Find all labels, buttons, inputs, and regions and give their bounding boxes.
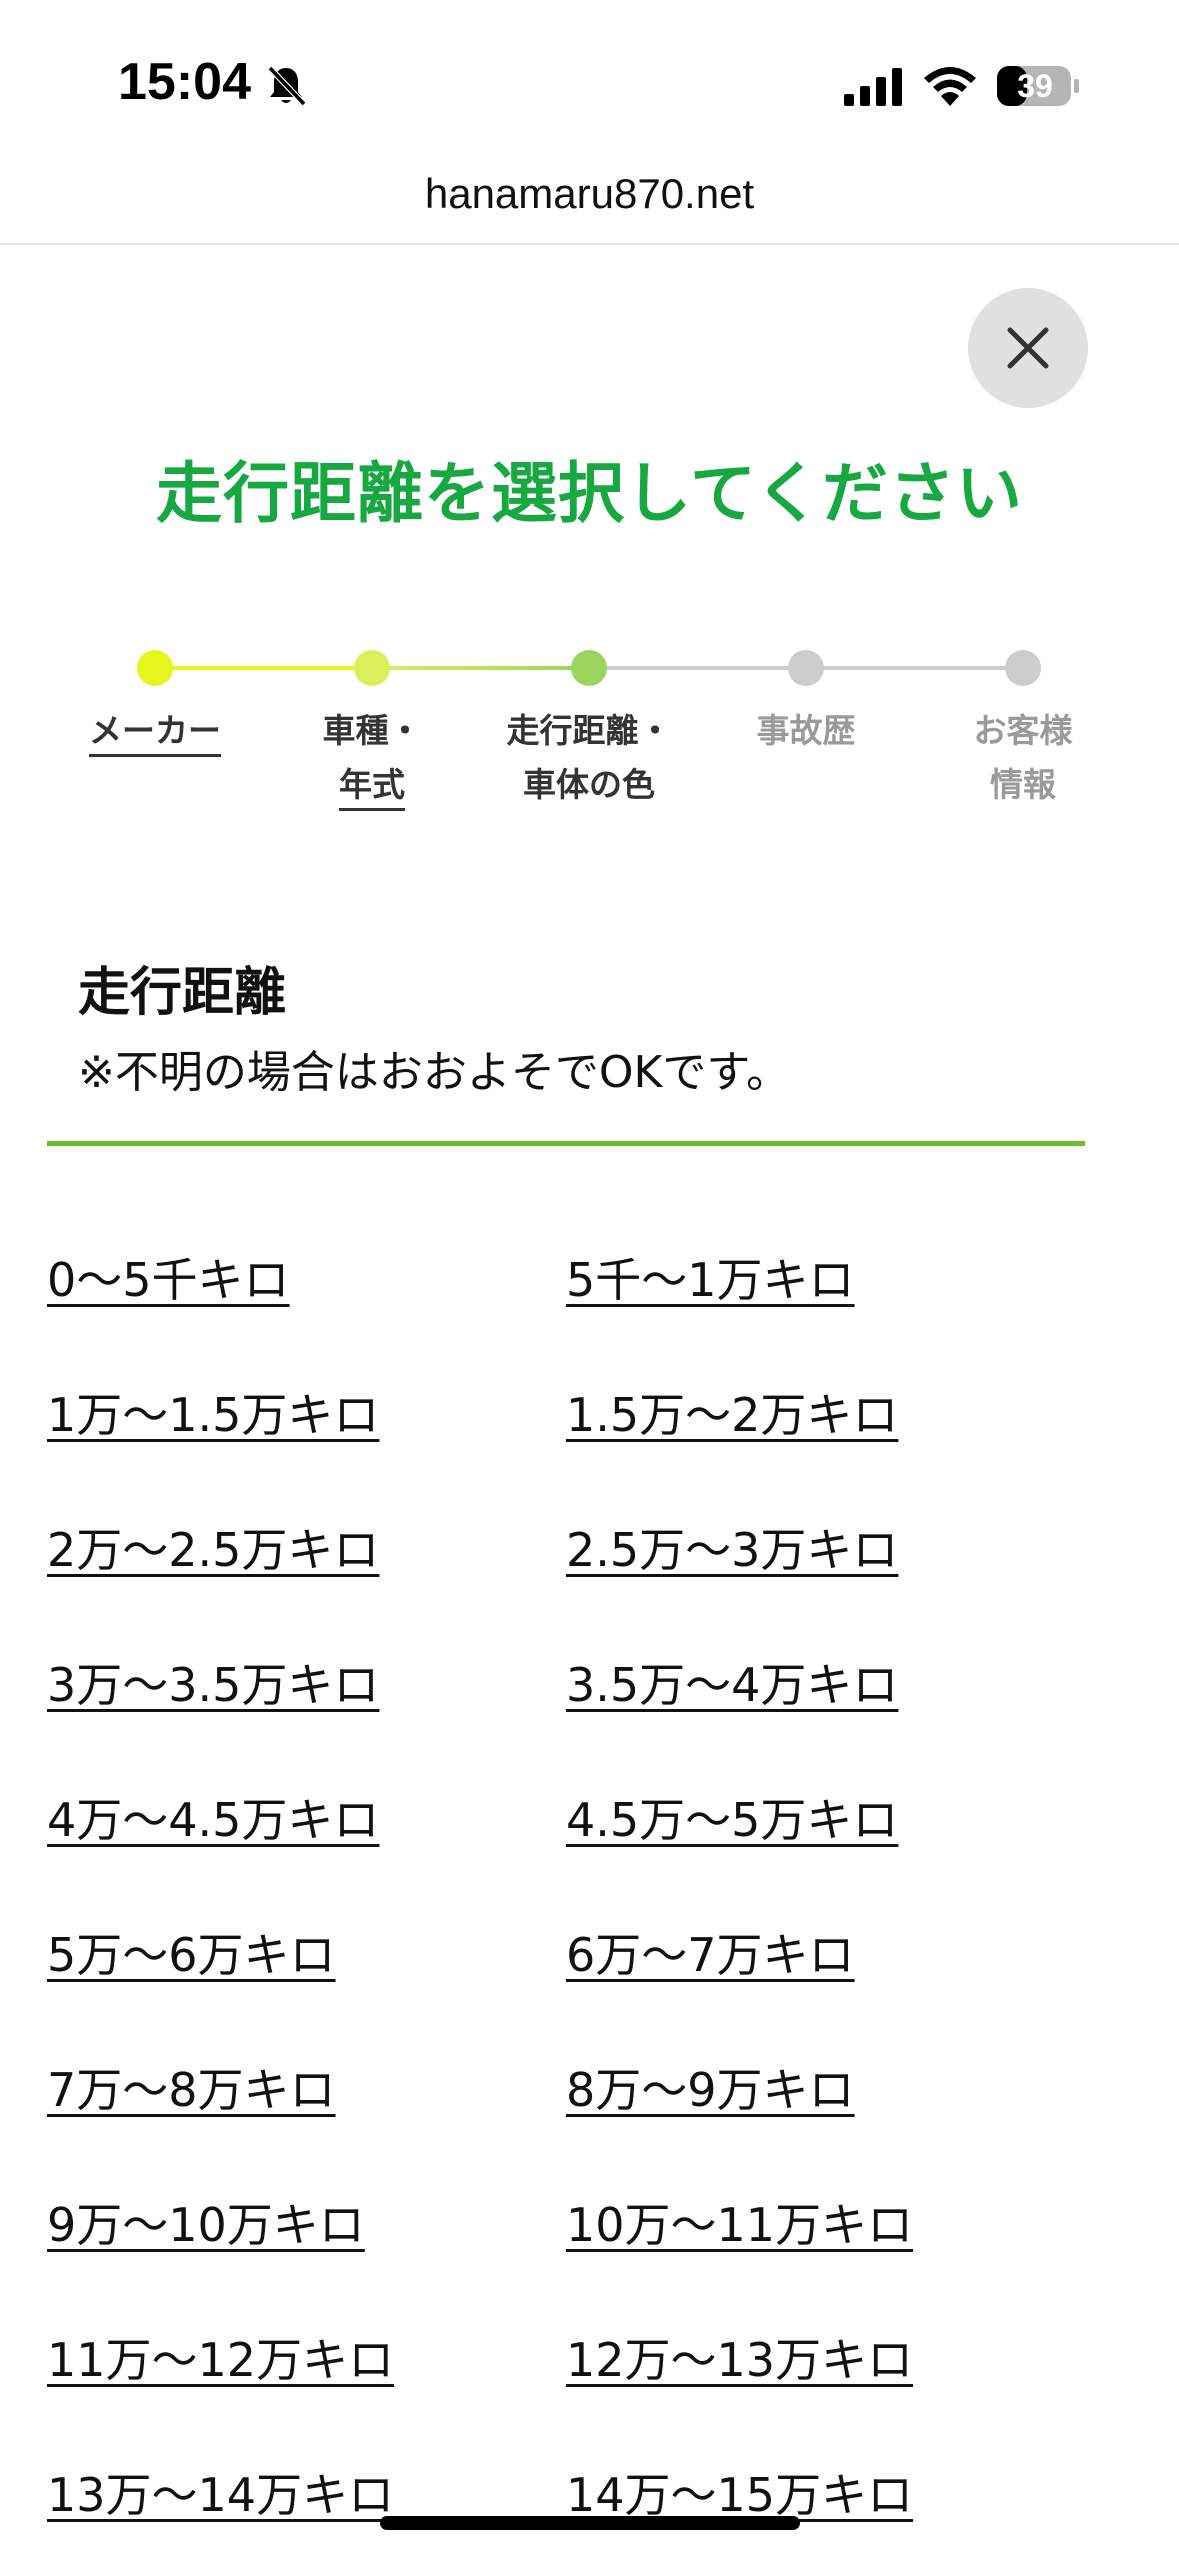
step-dot-customer — [1005, 650, 1041, 686]
status-time: 15:04 — [118, 53, 251, 111]
wifi-icon — [924, 67, 976, 106]
step-dot-mileage — [571, 650, 607, 686]
step-line-2 — [372, 666, 589, 670]
step-label-accident: 事故歴 — [706, 704, 906, 758]
step-label-model-line2: 年式 — [339, 762, 405, 811]
signal-icon — [844, 68, 902, 106]
step-label-accident-line1: 事故歴 — [756, 711, 856, 750]
section-note: ※不明の場合はおおよそでOKです。 — [78, 1047, 790, 1098]
mileage-option[interactable]: 13万〜14万キロ — [47, 2459, 394, 2525]
home-indicator — [380, 2516, 800, 2530]
mileage-option[interactable]: 1.5万〜2万キロ — [566, 1379, 898, 1445]
mileage-option[interactable]: 7万〜8万キロ — [47, 2054, 336, 2120]
browser-url-bar[interactable]: hanamaru870.net — [0, 150, 1179, 245]
section-divider — [47, 1141, 1085, 1146]
step-line-3 — [589, 666, 806, 670]
mileage-option[interactable]: 8万〜9万キロ — [566, 2054, 855, 2120]
step-label-model-line1: 車種・ — [322, 711, 422, 750]
step-dot-accident — [788, 650, 824, 686]
mileage-option[interactable]: 5万〜6万キロ — [47, 1919, 336, 1985]
step-dot-maker — [137, 650, 173, 686]
step-label-customer-line1: お客様 — [973, 711, 1073, 750]
mileage-option[interactable]: 6万〜7万キロ — [566, 1919, 855, 1985]
mileage-option[interactable]: 9万〜10万キロ — [47, 2189, 365, 2255]
close-icon — [1007, 327, 1049, 369]
step-line-1 — [155, 666, 372, 670]
step-dot-model — [354, 650, 390, 686]
page-title: 走行距離を選択してください — [155, 455, 1024, 532]
bell-slash-icon — [267, 65, 307, 107]
mileage-option[interactable]: 11万〜12万キロ — [47, 2324, 394, 2390]
step-label-mileage-line1: 走行距離・ — [506, 711, 672, 750]
step-label-maker-line1: メーカー — [89, 708, 221, 757]
battery-level: 39 — [1017, 68, 1053, 104]
url-text[interactable]: hanamaru870.net — [0, 170, 1179, 218]
mileage-option[interactable]: 2.5万〜3万キロ — [566, 1514, 898, 1580]
step-line-4 — [806, 666, 1023, 670]
step-label-mileage-line2: 車体の色 — [523, 765, 655, 804]
mileage-option[interactable]: 5千〜1万キロ — [566, 1244, 855, 1310]
mileage-option[interactable]: 2万〜2.5万キロ — [47, 1514, 379, 1580]
step-label-customer: お客様 情報 — [923, 704, 1123, 812]
mileage-option[interactable]: 3.5万〜4万キロ — [566, 1649, 898, 1715]
section-heading: 走行距離 — [78, 963, 287, 1023]
mileage-option[interactable]: 10万〜11万キロ — [566, 2189, 913, 2255]
mileage-option[interactable]: 3万〜3.5万キロ — [47, 1649, 379, 1715]
step-label-model[interactable]: 車種・ 年式 — [272, 704, 472, 812]
status-bar: 15:04 39 — [0, 0, 1179, 150]
mileage-option[interactable]: 0〜5千キロ — [47, 1244, 290, 1310]
mileage-option[interactable]: 12万〜13万キロ — [566, 2324, 913, 2390]
step-label-customer-line2: 情報 — [990, 765, 1056, 804]
step-label-maker[interactable]: メーカー — [55, 704, 255, 758]
mileage-option[interactable]: 4.5万〜5万キロ — [566, 1784, 898, 1850]
mileage-option[interactable]: 4万〜4.5万キロ — [47, 1784, 379, 1850]
close-button[interactable] — [968, 288, 1088, 408]
progress-stepper: メーカー 車種・ 年式 走行距離・ 車体の色 事故歴 お客様 情報 — [0, 640, 1179, 820]
step-label-mileage: 走行距離・ 車体の色 — [489, 704, 689, 812]
mileage-option[interactable]: 1万〜1.5万キロ — [47, 1379, 379, 1445]
